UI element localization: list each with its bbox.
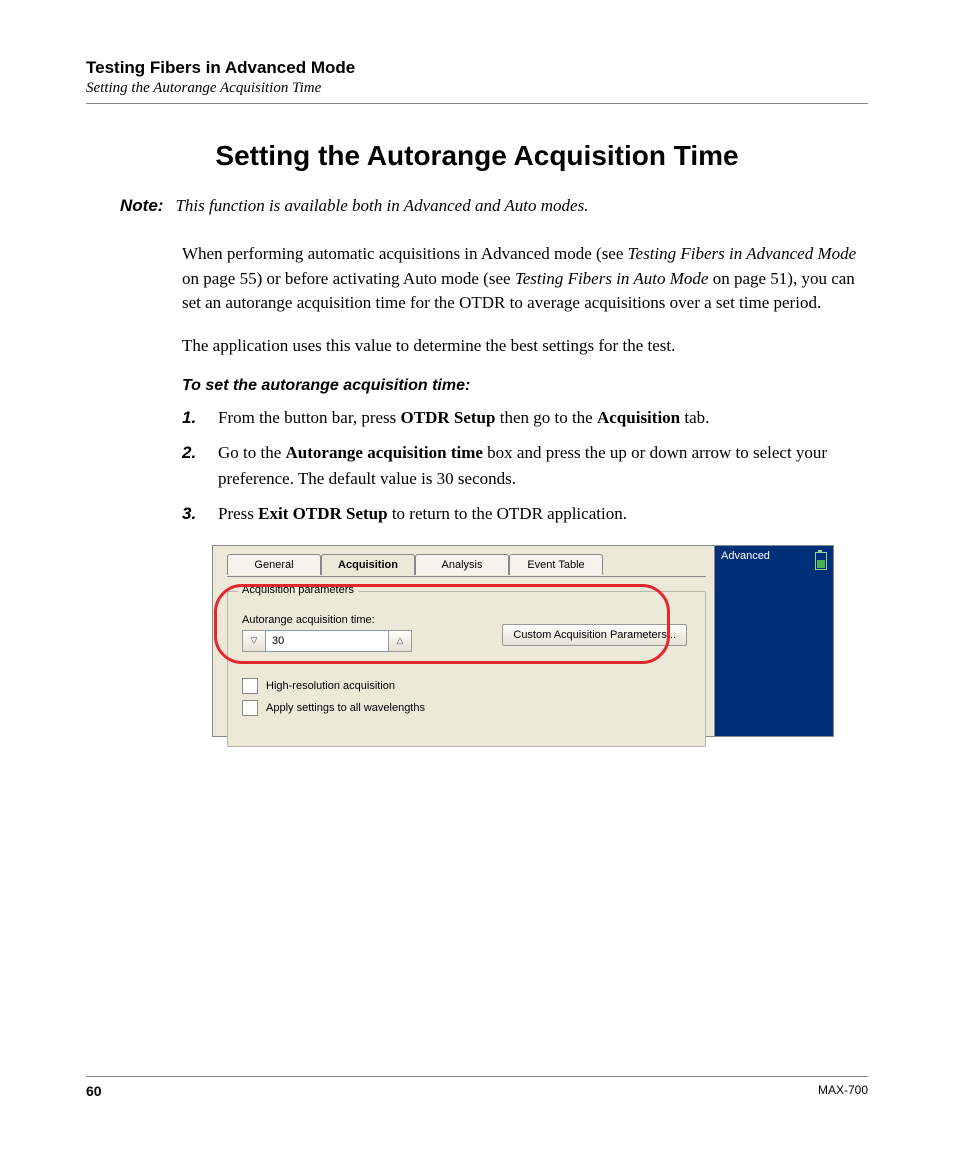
apply-all-checkbox[interactable] xyxy=(242,700,258,716)
procedure-heading: To set the autorange acquisition time: xyxy=(182,377,868,395)
acquisition-parameters-fieldset: Acquisition parameters Autorange acquisi… xyxy=(227,591,706,747)
high-res-label: High-resolution acquisition xyxy=(266,680,395,692)
high-res-row: High-resolution acquisition xyxy=(242,678,695,694)
s3a: Press xyxy=(218,504,258,523)
model-number: MAX-700 xyxy=(818,1083,868,1099)
screenshot-sidebar: Advanced xyxy=(715,546,833,736)
paragraph-2: The application uses this value to deter… xyxy=(182,334,868,359)
tab-event-table[interactable]: Event Table xyxy=(509,554,603,575)
note-row: Note: This function is available both in… xyxy=(120,196,868,216)
custom-acquisition-button[interactable]: Custom Acquisition Parameters... xyxy=(502,624,687,646)
triangle-up-icon: △ xyxy=(397,635,404,646)
step-3: Press Exit OTDR Setup to return to the O… xyxy=(182,501,868,527)
p1-b: on page 55) or before activating Auto mo… xyxy=(182,269,515,288)
p1-ref1: Testing Fibers in Advanced Mode xyxy=(628,244,857,263)
apply-all-label: Apply settings to all wavelengths xyxy=(266,702,425,714)
paragraph-1: When performing automatic acquisitions i… xyxy=(182,242,868,316)
s2b: Autorange acquisition time xyxy=(286,443,483,462)
high-res-checkbox[interactable] xyxy=(242,678,258,694)
apply-all-row: Apply settings to all wavelengths xyxy=(242,700,695,716)
s3b: Exit OTDR Setup xyxy=(258,504,387,523)
autorange-spinbox[interactable]: ▽ 30 △ xyxy=(242,630,412,652)
s1e: tab. xyxy=(680,408,709,427)
p1-a: When performing automatic acquisitions i… xyxy=(182,244,628,263)
note-label: Note: xyxy=(120,196,163,216)
spin-down-button[interactable]: ▽ xyxy=(242,630,266,652)
tab-panel-divider xyxy=(227,576,706,577)
header-chapter: Testing Fibers in Advanced Mode xyxy=(86,58,868,78)
tab-general[interactable]: General xyxy=(227,554,321,575)
header-section: Setting the Autorange Acquisition Time xyxy=(86,80,868,97)
header-rule xyxy=(86,103,868,104)
tab-acquisition[interactable]: Acquisition xyxy=(321,554,415,575)
step-2: Go to the Autorange acquisition time box… xyxy=(182,440,868,491)
s2a: Go to the xyxy=(218,443,286,462)
s3c: to return to the OTDR application. xyxy=(388,504,627,523)
p1-ref2: Testing Fibers in Auto Mode xyxy=(515,269,709,288)
tab-analysis[interactable]: Analysis xyxy=(415,554,509,575)
s1d: Acquisition xyxy=(597,408,680,427)
autorange-value[interactable]: 30 xyxy=(266,630,388,652)
footer: 60 MAX-700 xyxy=(86,1076,868,1099)
steps-list: From the button bar, press OTDR Setup th… xyxy=(182,405,868,527)
mode-label: Advanced xyxy=(721,550,770,562)
footer-rule xyxy=(86,1076,868,1077)
s1c: then go to the xyxy=(495,408,597,427)
page-title: Setting the Autorange Acquisition Time xyxy=(86,140,868,172)
s1b: OTDR Setup xyxy=(401,408,496,427)
tab-row: General Acquisition Analysis Event Table xyxy=(227,554,706,575)
battery-icon xyxy=(815,552,827,570)
s1a: From the button bar, press xyxy=(218,408,401,427)
spin-up-button[interactable]: △ xyxy=(388,630,412,652)
screenshot-main: General Acquisition Analysis Event Table… xyxy=(213,546,715,736)
screenshot: General Acquisition Analysis Event Table… xyxy=(212,545,834,737)
note-text: This function is available both in Advan… xyxy=(175,196,588,216)
page-number: 60 xyxy=(86,1083,102,1099)
fieldset-legend: Acquisition parameters xyxy=(238,584,358,596)
triangle-down-icon: ▽ xyxy=(251,635,258,646)
step-1: From the button bar, press OTDR Setup th… xyxy=(182,405,868,431)
